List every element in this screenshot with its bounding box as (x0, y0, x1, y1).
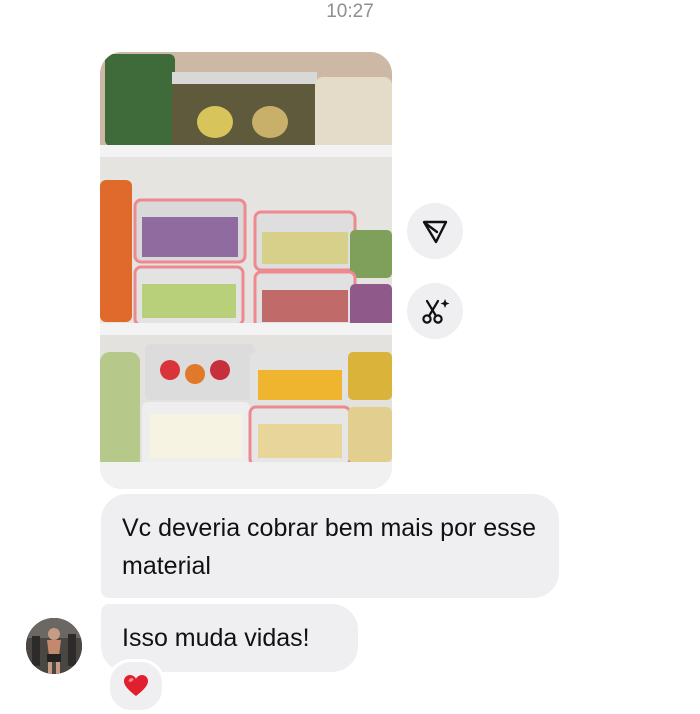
share-button[interactable] (407, 203, 463, 259)
profile-photo (26, 618, 82, 674)
ai-edit-button[interactable] (407, 283, 463, 339)
message-text: Vc deveria cobrar bem mais por esse mate… (122, 514, 537, 580)
heart-icon (124, 675, 148, 696)
sparkle-scissors-icon (422, 299, 450, 324)
message-text: Isso muda vidas! (122, 624, 310, 652)
shared-photo[interactable] (100, 52, 392, 489)
avatar[interactable] (26, 618, 82, 674)
fridge-photo-image (100, 52, 392, 489)
message-timestamp: 10:27 (326, 1, 374, 22)
message-bubble[interactable]: Vc deveria cobrar bem mais por esse mate… (101, 494, 559, 598)
share-icon (422, 220, 448, 244)
heart-reaction[interactable] (107, 659, 165, 713)
